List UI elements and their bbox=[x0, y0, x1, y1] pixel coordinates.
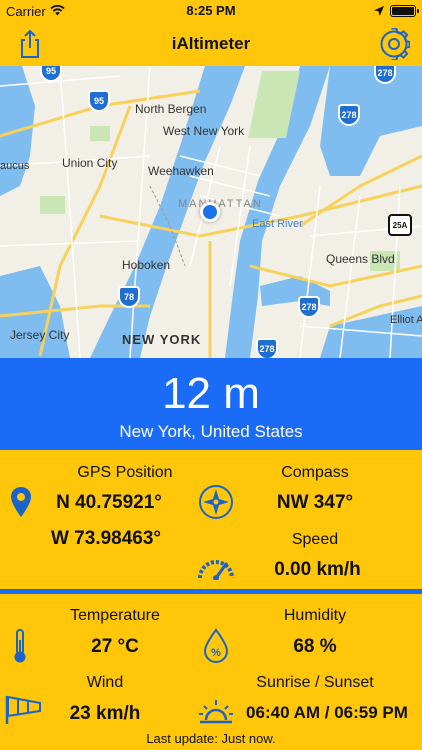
map-label-manhattan: MANHATTAN bbox=[178, 198, 263, 210]
gear-icon bbox=[380, 27, 411, 61]
gps-longitude: W 73.98463° bbox=[50, 528, 162, 549]
altitude-location: New York, United States bbox=[119, 422, 303, 441]
map-label-north-bergen: North Bergen bbox=[135, 102, 207, 116]
nav-title: iAltimeter bbox=[171, 34, 251, 53]
current-location-marker bbox=[200, 202, 220, 222]
settings-button[interactable] bbox=[378, 27, 411, 61]
map-label-queens-blvd: Queens Blvd bbox=[326, 252, 395, 266]
windsock-icon bbox=[4, 694, 44, 729]
status-right bbox=[374, 4, 419, 19]
map-label-jersey-city: Jersey City bbox=[10, 328, 70, 342]
svg-text:%: % bbox=[211, 647, 221, 659]
humidity-value: 68 % bbox=[293, 636, 337, 657]
altitude-banner: 12 m New York, United States bbox=[0, 358, 422, 450]
speed-value: 0.00 km/h bbox=[274, 559, 361, 580]
position-panel: GPS Position N 40.75921° W 73.98463° Com… bbox=[0, 450, 422, 588]
share-button[interactable] bbox=[14, 28, 46, 60]
humidity-icon: % bbox=[202, 628, 230, 669]
compass-icon bbox=[198, 484, 234, 525]
wifi-icon bbox=[50, 4, 65, 19]
status-bar: Carrier 8:25 PM bbox=[0, 0, 422, 22]
highway-shield-278-bottom: 278 bbox=[256, 338, 278, 358]
battery-icon bbox=[390, 5, 419, 17]
map-label-hoboken: Hoboken bbox=[122, 258, 171, 272]
sun-heading: Sunrise / Sunset bbox=[256, 674, 374, 691]
status-left: Carrier bbox=[6, 4, 65, 19]
speed-heading: Speed bbox=[291, 531, 339, 548]
map-label-weehawken: Weehawken bbox=[148, 164, 214, 178]
gps-heading: GPS Position bbox=[77, 464, 173, 481]
map-label-east-river: East River bbox=[252, 218, 303, 230]
pin-icon bbox=[10, 486, 32, 523]
sunrise-icon bbox=[198, 698, 234, 729]
weather-panel: Temperature 27 °C Humidity % 68 % Wind 2… bbox=[0, 594, 422, 750]
gps-latitude: N 40.75921° bbox=[56, 492, 162, 513]
map-view[interactable]: 95 95 278 278 278 278 78 25A North Berge… bbox=[0, 66, 422, 358]
humidity-heading: Humidity bbox=[283, 607, 347, 624]
location-arrow-icon bbox=[374, 4, 384, 19]
share-icon bbox=[21, 29, 39, 58]
map-label-secaucus: aucus bbox=[0, 160, 30, 172]
speedometer-icon bbox=[196, 552, 236, 585]
route-shield-25a: 25A bbox=[388, 214, 412, 236]
altitude-value: 12 m bbox=[162, 369, 260, 418]
thermometer-icon bbox=[12, 628, 28, 669]
carrier-label: Carrier bbox=[6, 3, 46, 19]
last-update-label: Last update: Just now. bbox=[146, 731, 276, 746]
highway-shield-278-right: 278 bbox=[338, 104, 360, 126]
nav-bar: iAltimeter bbox=[0, 22, 422, 66]
wind-value: 23 km/h bbox=[69, 703, 141, 724]
map-label-west-new-york: West New York bbox=[163, 124, 245, 138]
temperature-value: 27 °C bbox=[91, 636, 139, 657]
compass-value: NW 347° bbox=[276, 492, 354, 513]
map-label-elliot-av: Elliot A bbox=[390, 314, 422, 326]
map-label-union-city: Union City bbox=[62, 156, 118, 170]
temperature-heading: Temperature bbox=[70, 607, 160, 624]
wind-heading: Wind bbox=[86, 674, 124, 691]
map-label-new-york: NEW YORK bbox=[122, 332, 202, 347]
highway-shield-278-mid: 278 bbox=[298, 296, 320, 318]
highway-shield-95: 95 bbox=[88, 90, 110, 112]
highway-shield-78-left: 78 bbox=[118, 286, 140, 308]
compass-heading: Compass bbox=[281, 464, 349, 481]
sun-value: 06:40 AM / 06:59 PM bbox=[246, 703, 408, 722]
